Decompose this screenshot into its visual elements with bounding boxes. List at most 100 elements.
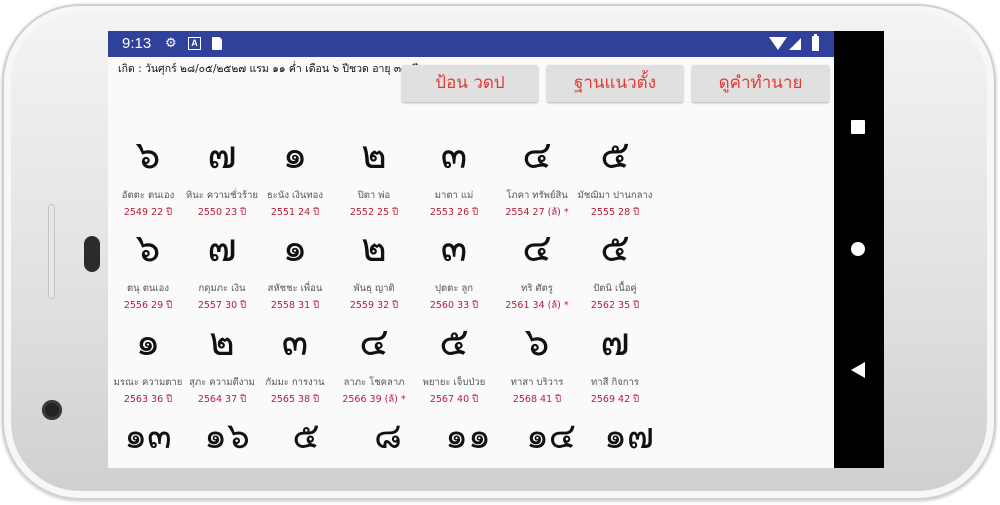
cell-digit: ๒ <box>361 133 387 178</box>
cell-digit: ๗ <box>600 320 630 365</box>
total-digit: ๑๗ <box>604 416 654 457</box>
cell-name: พันธุ ญาติ <box>353 283 395 294</box>
cell-digit: ๕ <box>600 133 630 178</box>
cell-name: มรณะ ความตาย <box>113 377 183 388</box>
cell-name: สหัชชะ เพื่อน <box>267 283 323 294</box>
cell-digit: ๖ <box>135 133 161 178</box>
cell-year: 2566 39 (ล้) * <box>342 394 406 405</box>
cell-year: 2554 27 (ล้) * <box>505 207 569 218</box>
grid-cell: ๒ สุภะ ความดีงาม 2564 37 ปี <box>182 321 262 407</box>
birth-info: เกิด : วันศุกร์ ๒๘/๐๕/๒๕๒๗ แรม ๑๑ ค่ำ เด… <box>118 63 420 75</box>
cell-name: หินะ ความชั่วร้าย <box>186 190 258 201</box>
status-time: 9:13 <box>122 35 152 52</box>
cell-name: อัตตะ ตนเอง <box>121 190 175 201</box>
input-date-button[interactable]: ป้อน วดป <box>402 65 538 102</box>
grid-cell: ๑ มรณะ ความตาย 2563 36 ปี <box>108 321 188 407</box>
cell-year: 2560 33 ปี <box>429 300 479 311</box>
recents-square-icon[interactable] <box>851 120 865 134</box>
grid-cell: ๖ อัตตะ ตนเอง 2549 22 ปี <box>108 134 188 220</box>
cell-name: มัชฌิมา ปานกลาง <box>577 190 653 201</box>
grid-cell: ๔ ลาภะ โชคลาภ 2566 39 (ล้) * <box>334 321 414 407</box>
grid-cell: ๑ ธะนัง เงินทอง 2551 24 ปี <box>255 134 335 220</box>
cell-digit: ๑ <box>282 133 308 178</box>
cell-digit: ๒ <box>361 226 387 271</box>
wifi-icon <box>769 37 787 50</box>
gear-icon: ⚙ <box>165 36 177 51</box>
cell-digit: ๖ <box>135 226 161 271</box>
total-cell: ๑๑ <box>428 415 508 459</box>
grid-cell: ๗ หินะ ความชั่วร้าย 2550 23 ปี <box>182 134 262 220</box>
home-circle-icon[interactable] <box>851 242 865 256</box>
cell-digit: ๓ <box>281 320 309 365</box>
cell-name: ปัตนิ เนื้อคู่ <box>593 283 637 294</box>
cell-digit: ๔ <box>522 133 552 178</box>
total-cell: ๕ <box>266 415 346 459</box>
grid-cell: ๕ ปัตนิ เนื้อคู่ 2562 35 ปี <box>575 227 655 313</box>
view-prediction-button[interactable]: ดูคำทำนาย <box>692 65 829 102</box>
a-box-icon: A <box>188 37 201 50</box>
cell-name: สุภะ ความดีงาม <box>189 377 255 388</box>
status-bar: 9:13 ⚙ A <box>108 31 834 57</box>
cell-year: 2567 40 ปี <box>429 394 479 405</box>
total-digit: ๑๑ <box>445 416 491 457</box>
cell-digit: ๓ <box>440 133 468 178</box>
cell-year: 2568 41 ปี <box>512 394 562 405</box>
cell-digit: ๓ <box>440 226 468 271</box>
cell-name: ทาสา บริวาร <box>510 377 564 388</box>
total-digit: ๑๖ <box>204 416 250 457</box>
total-cell: ๑๖ <box>187 415 267 459</box>
grid-cell: ๗ ทาสี กิจการ 2569 42 ปี <box>575 321 655 407</box>
cell-year: 2553 26 ปี <box>429 207 479 218</box>
app-screen: 9:13 ⚙ A เกิด : วันศุกร์ ๒๘/๐๕/๒๕๒๗ แรม … <box>108 31 834 468</box>
side-button <box>48 204 55 299</box>
total-cell: ๑๓ <box>108 415 188 459</box>
grid-cell: ๑ สหัชชะ เพื่อน 2558 31 ปี <box>255 227 335 313</box>
speaker <box>84 236 100 272</box>
grid-cell: ๒ พันธุ ญาติ 2559 32 ปี <box>334 227 414 313</box>
cell-name: ทริ ศัตรู <box>521 283 553 294</box>
vertical-base-button[interactable]: ฐานแนวตั้ง <box>547 65 683 102</box>
signal-icon <box>789 38 801 50</box>
cell-year: 2565 38 ปี <box>270 394 320 405</box>
cell-year: 2556 29 ปี <box>123 300 173 311</box>
cell-year: 2549 22 ปี <box>123 207 173 218</box>
grid-cell: ๕ มัชฌิมา ปานกลาง 2555 28 ปี <box>575 134 655 220</box>
front-camera <box>42 400 62 420</box>
cell-digit: ๖ <box>524 320 550 365</box>
cell-name: ธะนัง เงินทอง <box>266 190 324 201</box>
cell-name: กัมมะ การงาน <box>265 377 325 388</box>
cell-year: 2555 28 ปี <box>590 207 640 218</box>
grid-cell: ๓ มาตา แม่ 2553 26 ปี <box>414 134 494 220</box>
cell-digit: ๗ <box>207 133 237 178</box>
cell-digit: ๔ <box>522 226 552 271</box>
grid-cell: ๖ ทาสา บริวาร 2568 41 ปี <box>497 321 577 407</box>
cell-name: มาตา แม่ <box>434 190 474 201</box>
cell-name: โภคา ทรัพย์สิน <box>506 190 568 201</box>
cell-digit: ๒ <box>209 320 235 365</box>
total-cell: ๑๗ <box>589 415 669 459</box>
cell-year: 2564 37 ปี <box>197 394 247 405</box>
cell-name: ตนุ ตนเอง <box>127 283 169 294</box>
total-digit: ๕ <box>292 416 320 457</box>
cell-digit: ๗ <box>207 226 237 271</box>
grid-cell: ๓ กัมมะ การงาน 2565 38 ปี <box>255 321 335 407</box>
cell-digit: ๑ <box>135 320 161 365</box>
grid-cell: ๗ กดุมภะ เงิน 2557 30 ปี <box>182 227 262 313</box>
cell-name: กดุมภะ เงิน <box>198 283 246 294</box>
cell-year: 2551 24 ปี <box>270 207 320 218</box>
back-triangle-icon[interactable] <box>851 362 865 378</box>
cell-year: 2550 23 ปี <box>197 207 247 218</box>
total-digit: ๑๔ <box>525 416 577 457</box>
cell-year: 2559 32 ปี <box>349 300 399 311</box>
cell-year: 2561 34 (ล้) * <box>505 300 569 311</box>
cell-digit: ๑ <box>282 226 308 271</box>
cell-name: พยายะ เจ็บป่วย <box>422 377 486 388</box>
cell-year: 2557 30 ปี <box>197 300 247 311</box>
total-digit: ๘ <box>374 416 402 457</box>
total-cell: ๑๔ <box>511 415 591 459</box>
cell-year: 2552 25 ปี <box>349 207 399 218</box>
total-digit: ๑๓ <box>124 416 172 457</box>
navigation-bar <box>834 31 884 468</box>
cell-year: 2563 36 ปี <box>123 394 173 405</box>
cell-name: ทาสี กิจการ <box>591 377 639 388</box>
